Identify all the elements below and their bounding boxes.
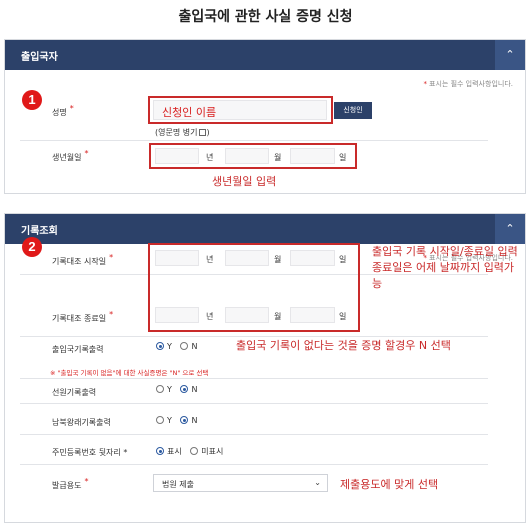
applicant-panel-title: 출입국자 bbox=[21, 52, 58, 63]
row-divider bbox=[20, 403, 488, 404]
crew-radio-n[interactable]: N bbox=[180, 385, 197, 394]
output-radio-y[interactable]: Y bbox=[156, 342, 172, 351]
record-panel-title: 기록조회 bbox=[21, 226, 58, 237]
crew-label: 선원기록출력 bbox=[52, 388, 97, 397]
applicant-name-button[interactable]: 신청인 bbox=[334, 102, 372, 119]
output-radio-n[interactable]: N bbox=[180, 342, 197, 351]
page-title: 출입국에 관한 사실 증명 신청 bbox=[178, 9, 353, 25]
row-divider bbox=[20, 434, 488, 435]
step-badge-2: 2 bbox=[22, 237, 42, 257]
rrn-radio-group: 표시 미표시 bbox=[156, 446, 229, 457]
date-note: 출입국 기록 시작일/종료일 입력 종료일은 어제 날짜까지 입력가능 bbox=[372, 245, 518, 290]
date-highlight-box bbox=[148, 243, 360, 332]
output-label: 출입국기록출력 bbox=[52, 345, 104, 354]
nk-radio-y[interactable]: Y bbox=[156, 416, 172, 425]
chevron-up-icon[interactable]: ⌃ bbox=[495, 40, 525, 70]
rrn-label: 주민등록번호 뒷자리 * bbox=[52, 448, 128, 457]
crew-radio-group: Y N bbox=[156, 385, 203, 394]
birth-label: 생년월일 * bbox=[52, 149, 89, 162]
row-divider bbox=[20, 464, 488, 465]
nk-radio-n[interactable]: N bbox=[180, 416, 197, 425]
purpose-label: 발급용도 * bbox=[52, 477, 89, 490]
birth-note: 생년월일 입력 bbox=[212, 175, 277, 188]
name-label: 성명 * bbox=[52, 104, 74, 117]
output-warning: ※ "출입국 기록이 없음"에 대한 사실증명은 "N" 으로 선택 bbox=[50, 369, 209, 377]
chevron-down-icon: ⌄ bbox=[314, 478, 321, 487]
purpose-note: 제출용도에 맞게 선택 bbox=[340, 478, 439, 491]
name-highlight-box bbox=[148, 96, 333, 124]
nk-label: 남북왕래기록출력 bbox=[52, 418, 111, 427]
nk-radio-group: Y N bbox=[156, 416, 203, 425]
chevron-up-icon[interactable]: ⌃ bbox=[495, 214, 525, 244]
record-panel-header: 기록조회 ⌃ bbox=[5, 214, 525, 244]
row-divider bbox=[20, 336, 488, 337]
step-badge-1: 1 bbox=[22, 90, 42, 110]
end-date-label: 기록대조 종료일 * bbox=[52, 310, 114, 323]
crew-radio-y[interactable]: Y bbox=[156, 385, 172, 394]
output-radio-group: Y N bbox=[156, 342, 203, 351]
rrn-radio-hide[interactable]: 미표시 bbox=[190, 446, 223, 457]
start-date-label: 기록대조 시작일 * bbox=[52, 253, 114, 266]
english-name-option[interactable]: (영문명 병기) bbox=[155, 127, 210, 138]
output-note: 출입국 기록이 없다는 것을 증명 할경우 N 선택 bbox=[236, 339, 451, 352]
required-note: * 표시는 필수 입력사항입니다. bbox=[423, 80, 513, 88]
row-divider bbox=[20, 140, 488, 141]
purpose-select[interactable]: 법원 제출 ⌄ bbox=[153, 474, 328, 492]
rrn-radio-show[interactable]: 표시 bbox=[156, 446, 182, 457]
applicant-panel-header: 출입국자 ⌃ bbox=[5, 40, 525, 70]
row-divider bbox=[20, 378, 488, 379]
birth-highlight-box bbox=[149, 143, 357, 169]
